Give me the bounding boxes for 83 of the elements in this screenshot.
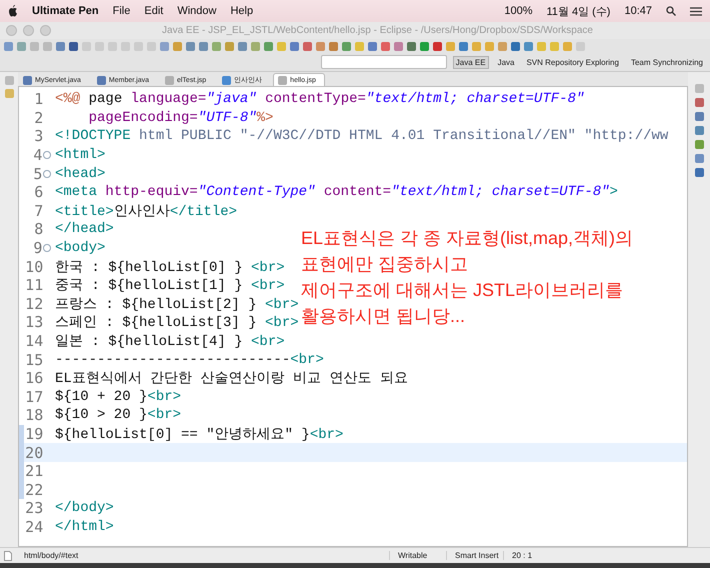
code-line: <meta http-equiv="Content-Type" content="text/html; charset=UTF-8"> (54, 184, 618, 200)
line-number: 19 (24, 424, 44, 443)
code-line: 중국 : ${helloList[1] } <br> (54, 277, 285, 294)
status-mode: Writable (389, 551, 446, 560)
code-line: pageEncoding="UTF-8"%> (88, 110, 274, 126)
menu-item[interactable]: Edit (144, 5, 164, 17)
line-number: 9 (32, 239, 42, 258)
battery-percentage: 100% (504, 5, 532, 17)
code-line: ${10 + 20 }<br> (54, 388, 182, 405)
line-number: 11 (24, 276, 44, 294)
file-icon (278, 76, 288, 84)
perspective-button[interactable]: SVN Repository Exploring (523, 56, 622, 68)
code-line: ${helloList[0] == "안녕하세요" }<br> (54, 426, 344, 443)
line-number: 15 (24, 350, 44, 369)
line-number: 17 (24, 388, 44, 406)
line-number: 23 (24, 499, 44, 518)
menu-item[interactable]: Window (177, 5, 216, 17)
code-line: </head> (54, 221, 114, 238)
status-insert: Smart Insert (446, 551, 503, 560)
perspective-button[interactable]: Java EE (452, 56, 489, 68)
minimize-window-button[interactable] (23, 25, 34, 36)
line-number: 6 (33, 183, 44, 202)
code-line: <!DOCTYPE html PUBLIC "-//W3C//DTD HTML 4.01 Transitional//EN" "http://ww (54, 128, 668, 144)
line-number: 1 (33, 90, 44, 108)
apple-logo-icon[interactable] (8, 5, 18, 17)
line-number: 16 (24, 369, 44, 388)
perspective-button[interactable]: Java (494, 56, 518, 68)
annotation-text: 활용하시면 됩니당... (301, 305, 466, 328)
line-number: 12 (24, 294, 44, 313)
cursor-position: 20 : 1 (503, 551, 560, 560)
zoom-window-button[interactable] (40, 25, 51, 36)
fold-icon[interactable] (43, 244, 51, 252)
code-editor[interactable] (18, 86, 688, 547)
code-line: <head> (54, 166, 106, 182)
list-icon[interactable] (690, 6, 702, 16)
menubar-clock: 10:47 (624, 5, 652, 17)
line-number: 4 (32, 146, 42, 164)
close-window-button[interactable] (6, 25, 17, 36)
document-icon (4, 550, 12, 560)
line-number: 14 (24, 332, 44, 350)
search-field[interactable] (320, 55, 447, 69)
menu-item[interactable]: File (112, 5, 130, 17)
code-line: <%@ page language="java" contentType="text/html; charset=UTF-8" (54, 91, 584, 108)
annotation-text: 표현에만 집중하시고 (301, 253, 470, 276)
line-number: 13 (24, 313, 44, 332)
status-path: html/body/#text (23, 551, 80, 560)
file-icon (96, 76, 106, 84)
line-number: 20 (24, 444, 44, 462)
code-line: 한국 : ${helloList[0] } <br> (54, 258, 285, 276)
code-line: <html> (54, 147, 106, 164)
file-icon (164, 76, 174, 84)
code-line: ----------------------------<br> (54, 352, 324, 368)
code-line: ${10 > 20 }<br> (54, 407, 182, 424)
line-number: 18 (24, 406, 44, 424)
code-line: EL표현식에서 간단한 산술연산이랑 비교 연산도 되요 (54, 370, 408, 388)
line-number: 22 (24, 480, 44, 499)
app-menu[interactable]: Ultimate Pen (32, 5, 99, 17)
file-icon (222, 76, 232, 84)
file-icon (23, 76, 32, 84)
annotation-text: 제어구조에 대해서는 JSTL라이브러리를 (301, 279, 624, 302)
fold-icon[interactable] (43, 170, 51, 178)
code-line: 프랑스 : ${helloList[2] } <br> (54, 296, 299, 313)
window-title: Java EE - JSP_EL_JSTL/WebContent/hello.jsp - Eclipse - /Users/Hong/Dropbox/SDS/Workspace (161, 25, 594, 36)
annotation-text: EL표현식은 각 종 자료형(list,map,객체)의 (301, 227, 634, 250)
code-line: </body> (54, 500, 114, 516)
menu-item[interactable]: Help (230, 5, 254, 17)
code-line: <title>인사인사</title> (54, 202, 238, 220)
code-line: <body> (54, 240, 106, 256)
line-number: 24 (24, 518, 44, 536)
perspective-button[interactable]: Team Synchronizing (628, 56, 706, 68)
line-number: 3 (33, 127, 44, 146)
code-line: 일본 : ${helloList[4] } <br> (54, 333, 285, 350)
line-number: 5 (32, 164, 42, 183)
menubar-date: 11월 4일 (수) (546, 4, 610, 18)
line-number: 8 (33, 220, 44, 238)
search-icon[interactable] (666, 6, 676, 16)
code-line: 스페인 : ${helloList[3] } <br> (54, 314, 299, 332)
line-number: 2 (33, 108, 44, 127)
code-line: </html> (54, 518, 114, 535)
line-number: 21 (24, 462, 44, 480)
line-number: 10 (24, 258, 44, 276)
fold-icon[interactable] (43, 151, 51, 160)
line-number: 7 (33, 202, 44, 220)
